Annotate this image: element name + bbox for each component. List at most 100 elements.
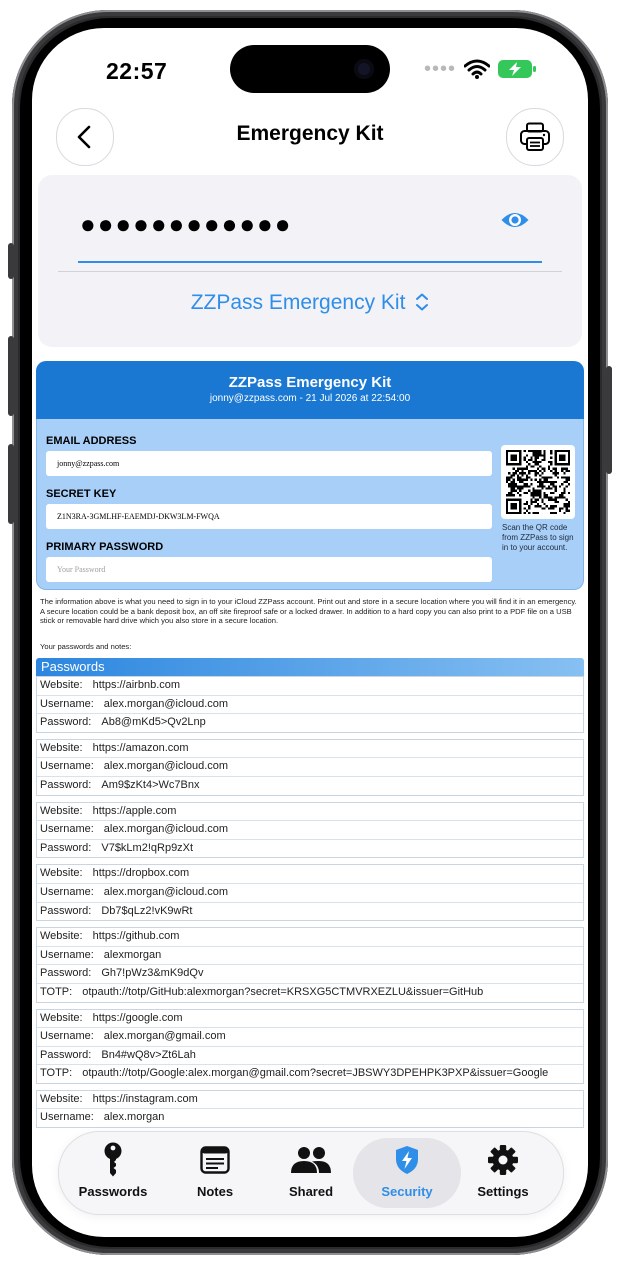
entry-username-label: Username: [40, 885, 94, 898]
device-action-button [8, 243, 14, 279]
entry-website-label: Website: [40, 679, 83, 691]
qr-code-image [506, 450, 570, 514]
entry-password-row: Password: Db7$qLz2!vK9wRt [37, 901, 583, 921]
doc-title: ZZPass Emergency Kit [228, 374, 392, 391]
entry-website-row: Website: https://amazon.com [37, 740, 583, 758]
entry-website-label: Website: [40, 1011, 83, 1024]
entry-website-label: Website: [40, 1092, 83, 1105]
entry-username-value: alex.morgan@icloud.com [103, 697, 229, 710]
shield-bolt-icon [396, 1146, 418, 1174]
entry-password-row: Password: Gh7!pWz3&mK9dQv [37, 964, 583, 983]
camera-icon [354, 59, 374, 79]
primary-password-label: PRIMARY PASSWORD [46, 541, 164, 553]
email-field: jonny@zzpass.com [46, 451, 492, 476]
entry-password-value: V7$kLm2!qRp9zXt [101, 841, 194, 854]
qr-note: Scan the QR code from ZZPass to sign in … [502, 523, 574, 552]
entry-username-label: Username: [40, 948, 94, 961]
entry-website-row: Website: https://google.com [37, 1010, 583, 1028]
password-entries: Website: https://airbnb.com Username: alex.… [36, 676, 584, 1134]
password-entry: Website: https://google.com Username: alex.… [36, 1008, 584, 1084]
printer-icon [520, 122, 550, 151]
entry-password-value: Db7$qLz2!vK9wRt [101, 904, 193, 917]
email-label: EMAIL ADDRESS [46, 435, 137, 447]
entry-username-value: alexmorgan [103, 948, 162, 961]
device-power-button [606, 366, 612, 474]
entry-website-row: Website: https://github.com [37, 928, 583, 946]
tab-passwords-label: Passwords [78, 1184, 148, 1199]
entry-password-row: Password: Bn4#wQ8v>Zt6Lah [37, 1045, 583, 1065]
passwords-section-header: Passwords [36, 658, 584, 676]
page-title: Emergency Kit [236, 122, 384, 145]
tab-security-label: Security [381, 1184, 433, 1199]
dynamic-island [230, 45, 390, 93]
entry-password-value: Bn4#wQ8v>Zt6Lah [101, 1048, 196, 1061]
entry-password-label: Password: [40, 778, 92, 791]
qr-code [501, 445, 575, 519]
entry-website-value: https://github.com [92, 930, 180, 943]
password-entry: Website: https://instagram.com Username: al… [36, 1089, 584, 1129]
notes-icon [200, 1146, 230, 1174]
kit-selector-label: ZZPass Emergency Kit [190, 291, 406, 314]
tab-settings[interactable]: Settings [451, 1132, 555, 1214]
entry-password-value: Am9$zKt4>Wc7Bnx [101, 778, 200, 791]
entry-website-label: Website: [40, 930, 83, 943]
entry-password-label: Password: [40, 716, 92, 729]
show-password-button[interactable] [500, 209, 530, 236]
kit-selector[interactable]: ZZPass Emergency Kit [38, 291, 582, 315]
people-icon [291, 1147, 331, 1173]
print-button[interactable] [506, 108, 564, 166]
tab-passwords[interactable]: Passwords [61, 1132, 165, 1214]
entry-username-label: Username: [40, 823, 94, 836]
emergency-kit-preview[interactable]: ZZPass Emergency Kit jonny@zzpass.com - … [36, 361, 584, 1191]
entry-username-row: Username: alex.morgan@icloud.com [37, 882, 583, 902]
tab-security[interactable]: Security [353, 1138, 461, 1208]
entry-password-label: Password: [40, 904, 92, 917]
entry-username-row: Username: alex.morgan [37, 1108, 583, 1127]
screen: 22:57 •••• Emergency Kit ●●●●●●●●●●●● ZZ… [32, 28, 588, 1237]
tab-notes[interactable]: Notes [163, 1132, 267, 1214]
entry-totp-row: TOTP: otpauth://totp/GitHub:alexmorgan?se… [37, 982, 583, 1002]
entry-username-label: Username: [40, 1111, 94, 1124]
entry-username-value: alex.morgan@icloud.com [103, 823, 229, 836]
entry-website-value: https://dropbox.com [92, 867, 190, 880]
entry-username-row: Username: alex.morgan@gmail.com [37, 1027, 583, 1046]
entry-username-label: Username: [40, 760, 94, 773]
password-underline [78, 261, 542, 263]
entry-website-row: Website: https://dropbox.com [37, 865, 583, 883]
secret-key-field: Z1N3RA-3GMLHF-EAEMDJ-DKW3LM-FWQA [46, 504, 492, 529]
entry-website-row: Website: https://apple.com [37, 803, 583, 821]
entry-username-value: alex.morgan@icloud.com [103, 885, 229, 898]
doc-subtitle: jonny@zzpass.com - 21 Jul 2026 at 22:54:… [209, 393, 411, 404]
entry-password-row: Password: Ab8@mKd5>Qv2Lnp [37, 713, 583, 732]
entry-username-label: Username: [40, 1030, 94, 1043]
entry-password-value: Gh7!pWz3&mK9dQv [101, 967, 204, 980]
entry-website-value: https://amazon.com [92, 741, 189, 754]
card-divider [58, 271, 562, 272]
entry-password-value: Ab8@mKd5>Qv2Lnp [101, 716, 206, 729]
entry-website-value: https://apple.com [92, 804, 177, 817]
cellular-signal-icon: •••• [423, 58, 456, 80]
eye-icon [501, 213, 529, 227]
secret-key-label: SECRET KEY [46, 488, 117, 500]
password-entry: Website: https://apple.com Username: alex.m… [36, 801, 584, 859]
entry-password-label: Password: [40, 1048, 92, 1061]
tab-bar: Passwords Notes Shared Security Settings [58, 1131, 564, 1215]
password-entry: Website: https://amazon.com Username: alex.… [36, 738, 584, 796]
entry-website-label: Website: [40, 867, 83, 880]
password-entry: Website: https://dropbox.com Username: alex… [36, 864, 584, 922]
tab-notes-label: Notes [196, 1184, 234, 1199]
entry-website-value: https://airbnb.com [92, 679, 181, 691]
battery-charging-icon [498, 60, 536, 78]
entry-username-value: alex.morgan@gmail.com [103, 1030, 226, 1043]
tab-shared[interactable]: Shared [259, 1132, 363, 1214]
doc-your-passwords: Your passwords and notes: [40, 642, 132, 651]
chevron-up-down-icon [416, 293, 429, 311]
entry-username-label: Username: [40, 697, 94, 710]
entry-website-value: https://google.com [92, 1011, 183, 1024]
password-field[interactable]: ●●●●●●●●●●●● [80, 209, 292, 240]
entry-username-row: Username: alexmorgan [37, 945, 583, 965]
entry-totp-value: otpauth://totp/Google:alex.morgan@gmail.… [82, 1067, 549, 1080]
entry-website-label: Website: [40, 804, 83, 817]
doc-credentials: EMAIL ADDRESS jonny@zzpass.com SECRET KE… [36, 419, 584, 590]
password-entry: Website: https://github.com Username: alexm… [36, 927, 584, 1003]
